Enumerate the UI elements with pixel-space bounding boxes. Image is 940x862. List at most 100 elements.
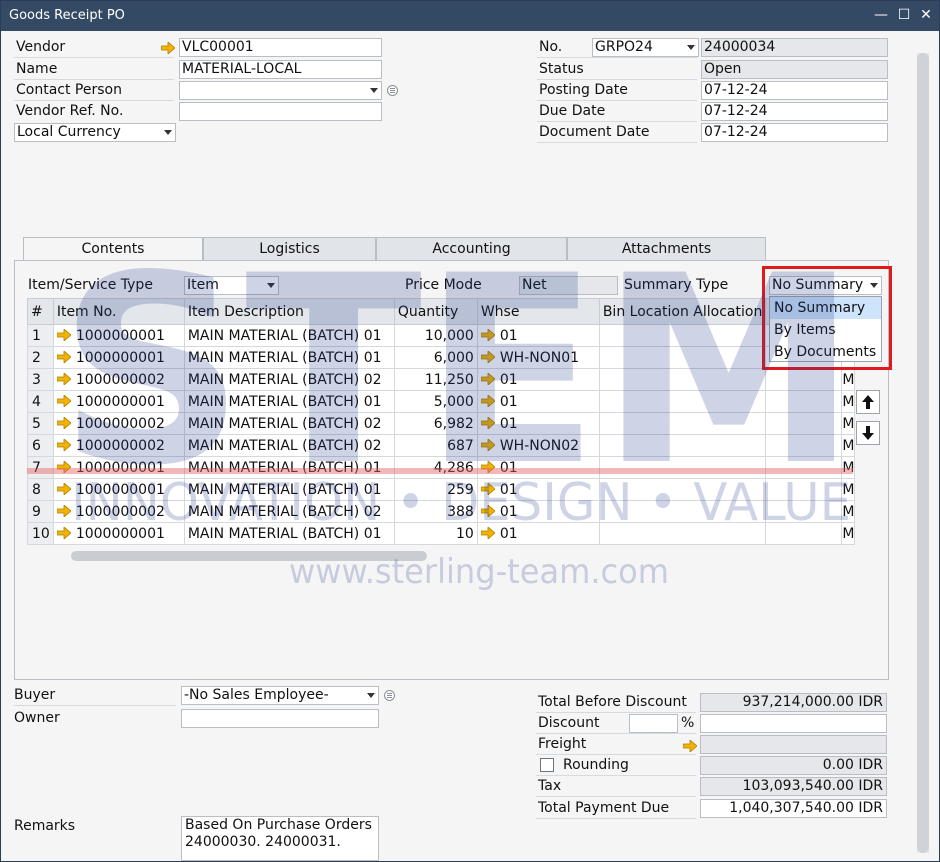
link-arrow-icon[interactable] [480, 526, 495, 539]
ds-cell[interactable] [765, 500, 843, 523]
tab-attachments[interactable]: Attachments [567, 237, 766, 261]
table-row[interactable]: 1 1000000001 MAIN MATERIAL (BATCH) 01 10,00… [27, 324, 856, 347]
extra-cell[interactable]: M [841, 478, 856, 501]
item-no-cell[interactable]: 1000000002 [52, 434, 185, 457]
bin-location-cell[interactable] [598, 324, 767, 347]
grid-horizontal-scrollbar[interactable] [71, 551, 427, 561]
row-number-cell[interactable]: 10 [27, 522, 54, 545]
ds-cell[interactable] [765, 412, 843, 435]
discount-amount-field[interactable] [700, 714, 887, 733]
currency-dropdown[interactable]: Local Currency [14, 123, 176, 142]
row-number-cell[interactable]: 5 [27, 412, 54, 435]
table-row[interactable]: 8 1000000001 MAIN MATERIAL (BATCH) 01 259 01… [27, 478, 856, 501]
item-no-cell[interactable]: 1000000001 [52, 390, 185, 413]
buyer-dropdown[interactable]: -No Sales Employee- [181, 686, 379, 705]
whse-cell[interactable]: 01 [476, 368, 600, 391]
item-description-cell[interactable]: MAIN MATERIAL (BATCH) 01 [183, 390, 395, 413]
item-no-cell[interactable]: 1000000001 [52, 324, 185, 347]
whse-cell[interactable]: 01 [476, 412, 600, 435]
quantity-cell[interactable]: 11,250 [393, 368, 478, 391]
item-description-cell[interactable]: MAIN MATERIAL (BATCH) 01 [183, 478, 395, 501]
bin-location-cell[interactable] [598, 390, 767, 413]
window-vertical-scrollbar[interactable] [917, 53, 929, 853]
row-number-cell[interactable]: 6 [27, 434, 54, 457]
info-list-icon[interactable] [387, 85, 398, 96]
link-arrow-icon[interactable] [480, 394, 495, 407]
link-arrow-icon[interactable] [480, 504, 495, 517]
quantity-cell[interactable]: 388 [393, 500, 478, 523]
row-number-cell[interactable]: 3 [27, 368, 54, 391]
link-arrow-icon[interactable] [56, 438, 71, 451]
item-description-cell[interactable]: MAIN MATERIAL (BATCH) 01 [183, 346, 395, 369]
bin-location-cell[interactable] [598, 346, 767, 369]
whse-cell[interactable]: WH-NON01 [476, 346, 600, 369]
item-no-cell[interactable]: 1000000001 [52, 478, 185, 501]
tab-accounting[interactable]: Accounting [376, 237, 567, 261]
quantity-cell[interactable]: 6,000 [393, 346, 478, 369]
document-date-field[interactable]: 07-12-24 [701, 123, 888, 142]
bin-location-cell[interactable] [598, 412, 767, 435]
bin-location-cell[interactable] [598, 368, 767, 391]
vendor-field[interactable]: VLC00001 [179, 38, 382, 57]
row-number-cell[interactable]: 1 [27, 324, 54, 347]
vendor-link-arrow-icon[interactable] [161, 42, 175, 54]
discount-percent-field[interactable] [629, 714, 678, 733]
rounding-checkbox[interactable] [540, 758, 554, 772]
link-arrow-icon[interactable] [56, 504, 71, 517]
column-header-item-no[interactable]: Item No. [52, 298, 185, 325]
bin-location-cell[interactable] [598, 434, 767, 457]
doc-number-field[interactable]: 24000034 [701, 38, 888, 57]
whse-cell[interactable]: 01 [476, 500, 600, 523]
move-row-up-button[interactable] [856, 390, 880, 414]
quantity-cell[interactable]: 10,000 [393, 324, 478, 347]
whse-cell[interactable]: 01 [476, 390, 600, 413]
move-row-down-button[interactable] [856, 421, 880, 445]
remarks-field[interactable]: Based On Purchase Orders 24000030. 24000… [181, 816, 379, 861]
item-no-cell[interactable]: 1000000002 [52, 368, 185, 391]
link-arrow-icon[interactable] [56, 328, 71, 341]
table-row[interactable]: 5 1000000002 MAIN MATERIAL (BATCH) 02 6,982… [27, 412, 856, 435]
row-number-cell[interactable]: 9 [27, 500, 54, 523]
link-arrow-icon[interactable] [480, 328, 495, 341]
posting-date-field[interactable]: 07-12-24 [701, 81, 888, 100]
extra-cell[interactable]: M [841, 434, 856, 457]
item-no-cell[interactable]: 1000000001 [52, 346, 185, 369]
item-description-cell[interactable]: MAIN MATERIAL (BATCH) 02 [183, 500, 395, 523]
column-header-whse[interactable]: Whse [476, 298, 600, 325]
link-arrow-icon[interactable] [480, 372, 495, 385]
item-no-cell[interactable]: 1000000002 [52, 412, 185, 435]
minimize-icon[interactable]: — [871, 5, 891, 25]
quantity-cell[interactable]: 259 [393, 478, 478, 501]
link-arrow-icon[interactable] [56, 372, 71, 385]
extra-cell[interactable]: M [841, 500, 856, 523]
link-arrow-icon[interactable] [56, 526, 71, 539]
quantity-cell[interactable]: 10 [393, 522, 478, 545]
whse-cell[interactable]: 01 [476, 522, 600, 545]
link-arrow-icon[interactable] [56, 482, 71, 495]
ds-cell[interactable] [765, 434, 843, 457]
link-arrow-icon[interactable] [56, 394, 71, 407]
column-header-item-description[interactable]: Item Description [183, 298, 395, 325]
extra-cell[interactable]: M [841, 368, 856, 391]
ds-cell[interactable] [765, 478, 843, 501]
whse-cell[interactable]: 01 [476, 478, 600, 501]
freight-link-arrow-icon[interactable] [683, 740, 697, 752]
table-row[interactable]: 9 1000000002 MAIN MATERIAL (BATCH) 02 388 01… [27, 500, 856, 523]
info-list-icon[interactable] [384, 690, 395, 701]
link-arrow-icon[interactable] [480, 482, 495, 495]
row-number-cell[interactable]: 8 [27, 478, 54, 501]
tab-logistics[interactable]: Logistics [203, 237, 376, 261]
item-description-cell[interactable]: MAIN MATERIAL (BATCH) 02 [183, 434, 395, 457]
item-description-cell[interactable]: MAIN MATERIAL (BATCH) 02 [183, 412, 395, 435]
bin-location-cell[interactable] [598, 522, 767, 545]
doc-series-dropdown[interactable]: GRPO24 [592, 38, 699, 57]
table-row[interactable]: 10 1000000001 MAIN MATERIAL (BATCH) 01 10 01… [27, 522, 856, 545]
row-number-cell[interactable]: 2 [27, 346, 54, 369]
item-description-cell[interactable]: MAIN MATERIAL (BATCH) 01 [183, 522, 395, 545]
contact-person-dropdown[interactable] [179, 81, 382, 100]
quantity-cell[interactable]: 6,982 [393, 412, 478, 435]
table-row[interactable]: 3 1000000002 MAIN MATERIAL (BATCH) 02 11,25… [27, 368, 856, 391]
tab-contents[interactable]: Contents [23, 237, 203, 262]
item-type-dropdown[interactable]: Item [184, 276, 279, 295]
column-header-bin-location[interactable]: Bin Location Allocation [598, 298, 767, 325]
